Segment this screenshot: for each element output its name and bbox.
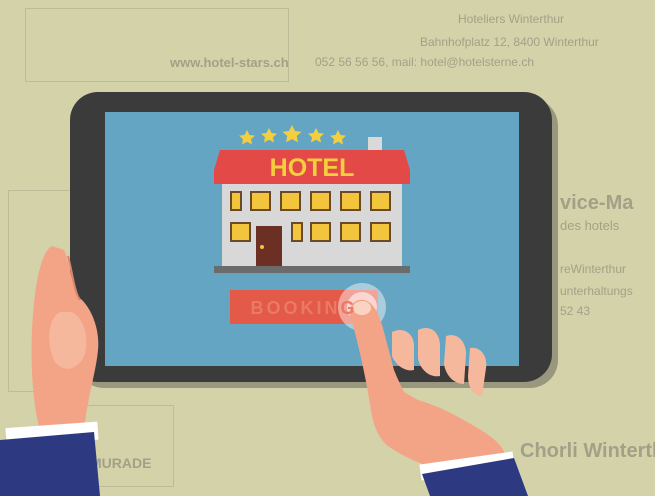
hotel-base: [214, 266, 410, 273]
hotel-door: [256, 226, 282, 266]
booking-button-label: BOOKING: [250, 298, 357, 318]
hotel-chimney: [368, 137, 382, 151]
left-sleeve: [0, 432, 100, 496]
hotel-sign-label: HOTEL: [270, 154, 355, 182]
tablet-illustration: HOTEL BOOKING: [0, 92, 558, 496]
